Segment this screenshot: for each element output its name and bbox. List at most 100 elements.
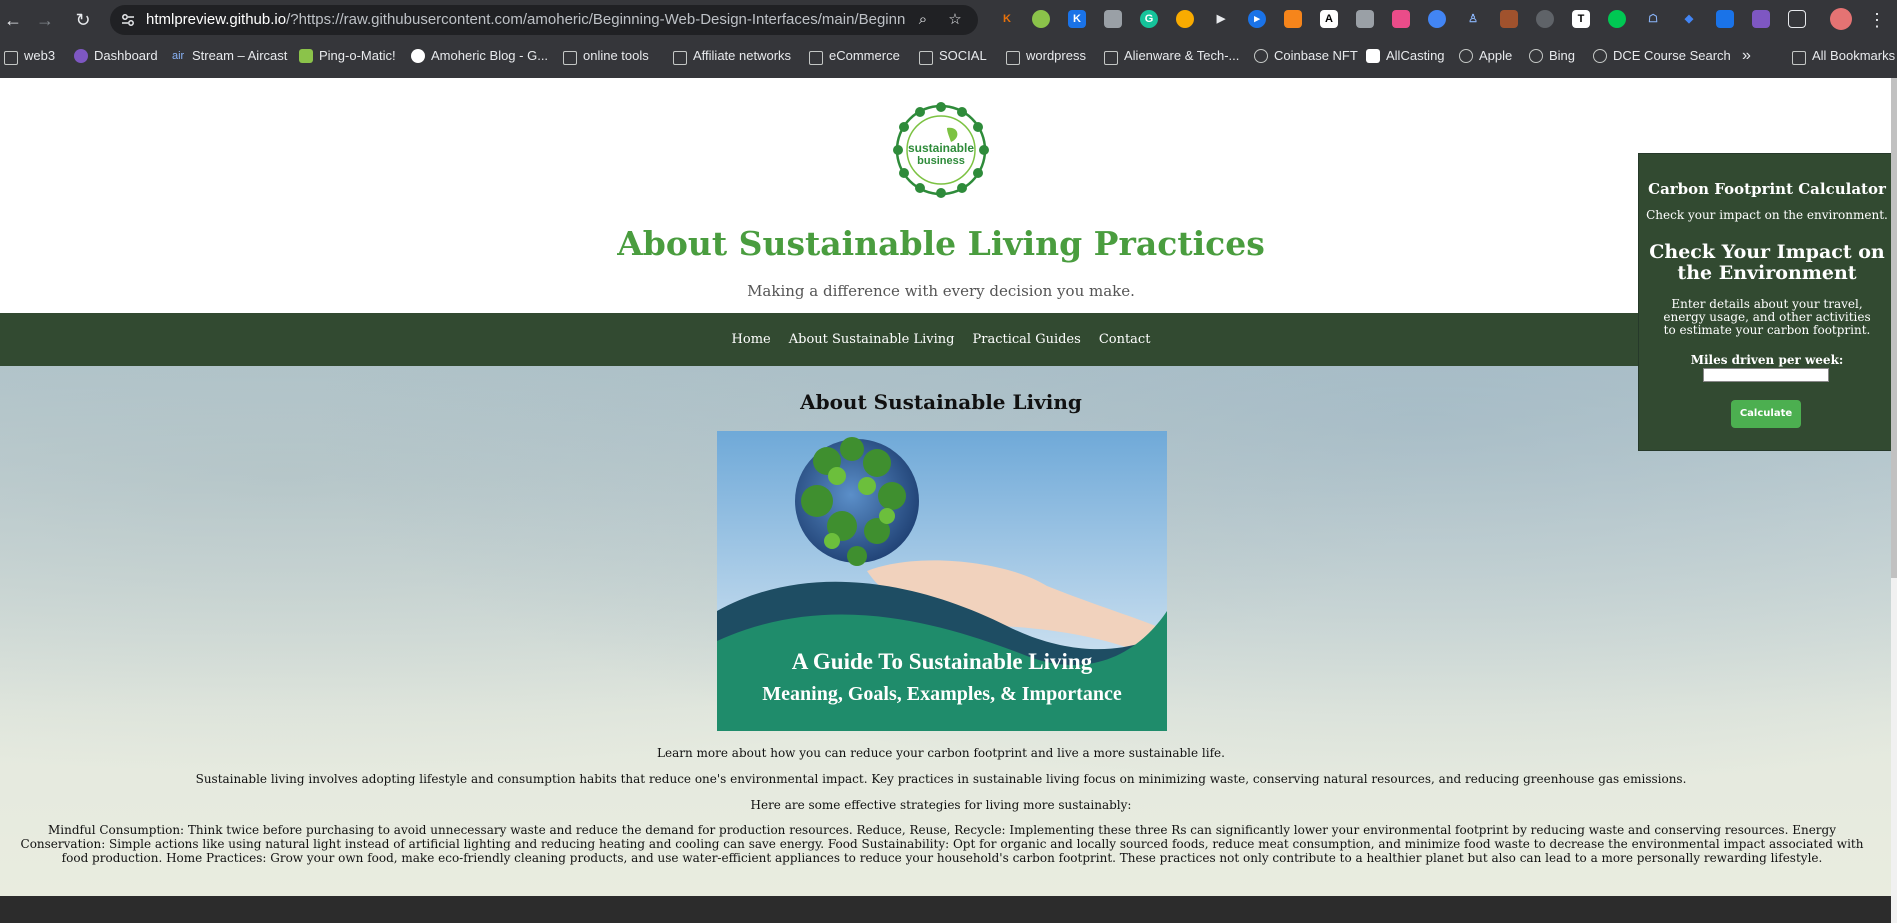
definition-paragraph: Sustainable living involves adopting lif… xyxy=(195,772,1687,786)
main-content: About Sustainable Living A Guide To Sust… xyxy=(0,366,1897,896)
bookmark-wordpress[interactable]: wordpress xyxy=(1006,44,1086,68)
nav-contact-link[interactable]: Contact xyxy=(1099,332,1151,347)
hero-caption-title: A Guide To Sustainable Living xyxy=(791,649,1093,674)
sustainable-business-logo: sustainable business xyxy=(893,102,989,198)
bookmark-allcasting[interactable]: AllCasting xyxy=(1366,44,1445,68)
extension-grid-icon[interactable] xyxy=(1536,10,1554,28)
extension-k-icon[interactable]: K xyxy=(998,10,1016,28)
bookmark-label: Bing xyxy=(1549,48,1576,63)
extension-image-icon[interactable] xyxy=(1356,10,1374,28)
bookmark-label: Affiliate networks xyxy=(693,48,792,63)
bookmark-ecommerce[interactable]: eCommerce xyxy=(809,44,900,68)
nav-guides-link[interactable]: Practical Guides xyxy=(973,332,1081,347)
grammarly-icon[interactable]: G xyxy=(1140,10,1158,28)
bookmark-affiliate-networks[interactable]: Affiliate networks xyxy=(673,44,791,68)
bookmark-label: All Bookmarks xyxy=(1812,48,1896,63)
bookmark-label: eCommerce xyxy=(829,48,900,63)
extension-photo-icon[interactable] xyxy=(1500,10,1518,28)
bookmark-ping-o-matic[interactable]: Ping-o-Matic! xyxy=(299,44,396,68)
browser-chrome: ← → ↻ htmlpreview.github.io/?https://raw… xyxy=(0,0,1897,78)
more-bookmarks-button[interactable]: » xyxy=(1742,44,1751,68)
extension-play-icon[interactable]: ▸ xyxy=(1248,10,1266,28)
aircast-icon: air xyxy=(172,50,185,62)
folder-icon xyxy=(809,51,823,65)
bookmark-star-icon[interactable]: ☆ xyxy=(946,11,964,29)
globe-icon xyxy=(1459,49,1473,63)
menu-icon[interactable]: ⋮ xyxy=(1866,9,1888,31)
folder-icon xyxy=(4,51,18,65)
bookmark-dashboard[interactable]: Dashboard xyxy=(74,44,158,68)
calculate-button[interactable]: Calculate xyxy=(1731,400,1801,428)
bookmark-coinbase-nft[interactable]: Coinbase NFT xyxy=(1254,44,1358,68)
bookmark-social[interactable]: SOCIAL xyxy=(919,44,987,68)
bookmark-label: Coinbase NFT xyxy=(1274,48,1358,63)
extension-cursor-icon[interactable]: ▶ xyxy=(1212,10,1230,28)
page-scrollbar[interactable] xyxy=(1891,78,1897,923)
bookmark-label: DCE Course Search xyxy=(1613,48,1731,63)
bookmark-all-bookmarks[interactable]: All Bookmarks xyxy=(1792,44,1895,68)
extension-robot-icon[interactable]: ☖ xyxy=(1644,10,1662,28)
back-icon[interactable]: ← xyxy=(2,9,24,31)
bookmarks-bar: web3 Dashboard air Stream – Aircast Ping-… xyxy=(0,44,1897,68)
bookmark-label: Dashboard xyxy=(94,48,158,63)
bookmark-stream-aircast[interactable]: air Stream – Aircast xyxy=(172,44,287,68)
calculator-subtitle: Check your impact on the environment. xyxy=(1646,208,1888,222)
dashboard-icon xyxy=(74,49,88,63)
forward-icon[interactable]: → xyxy=(34,9,56,31)
bookmark-label: web3 xyxy=(24,48,56,63)
bookmark-label: online tools xyxy=(583,48,649,63)
bookmark-label: SOCIAL xyxy=(939,48,987,63)
profile-avatar[interactable] xyxy=(1830,8,1852,30)
calculator-description: Enter details about your travel, energy … xyxy=(1663,297,1871,337)
tagline: Making a difference with every decision … xyxy=(747,282,1135,300)
reload-icon[interactable]: ↻ xyxy=(72,9,94,31)
logo-text-sustainable: sustainable xyxy=(908,141,974,155)
miles-driven-input[interactable] xyxy=(1703,368,1829,382)
folder-icon xyxy=(673,51,687,65)
bookmark-dce-course-search[interactable]: DCE Course Search xyxy=(1593,44,1731,68)
folder-icon xyxy=(563,51,577,65)
bookmark-bing[interactable]: Bing xyxy=(1529,44,1575,68)
bookmark-label: Ping-o-Matic! xyxy=(319,48,396,63)
extension-screen-icon[interactable] xyxy=(1716,10,1734,28)
strategies-paragraph: Mindful Consumption: Think twice before … xyxy=(20,823,1864,865)
url-text[interactable]: htmlpreview.github.io/?https://raw.githu… xyxy=(146,5,906,35)
address-bar[interactable]: htmlpreview.github.io/?https://raw.githu… xyxy=(110,5,978,35)
bookmark-label: Apple xyxy=(1479,48,1513,63)
extension-heart-icon[interactable] xyxy=(1176,10,1194,28)
globe-icon xyxy=(1254,49,1268,63)
bookmark-alienware[interactable]: Alienware & Tech-... xyxy=(1104,44,1239,68)
globe-icon xyxy=(1593,49,1607,63)
search-icon[interactable]: ⌕ xyxy=(914,11,932,29)
web-page: sustainable business About Sustainable L… xyxy=(0,78,1897,923)
extension-pattern-icon[interactable] xyxy=(1752,10,1770,28)
extension-c-icon[interactable] xyxy=(1608,10,1626,28)
site-settings-icon[interactable] xyxy=(120,12,136,28)
extension-person-icon[interactable]: ♙ xyxy=(1464,10,1482,28)
site-footer xyxy=(0,896,1897,923)
extensions-puzzle-icon[interactable] xyxy=(1788,10,1806,28)
section-title: About Sustainable Living xyxy=(800,390,1082,414)
folder-icon xyxy=(1104,51,1118,65)
logo-text-business: business xyxy=(917,155,965,167)
nav-about-link[interactable]: About Sustainable Living xyxy=(789,332,955,347)
extension-cube-icon[interactable] xyxy=(1104,10,1122,28)
extension-camera-icon[interactable] xyxy=(1392,10,1410,28)
extension-green-icon[interactable] xyxy=(1032,10,1050,28)
extension-globe-icon[interactable] xyxy=(1428,10,1446,28)
metamask-icon[interactable] xyxy=(1284,10,1302,28)
bookmark-online-tools[interactable]: online tools xyxy=(563,44,649,68)
extension-t-icon[interactable]: T xyxy=(1572,10,1590,28)
url-host: htmlpreview.github.io xyxy=(146,11,287,28)
scrollbar-thumb[interactable] xyxy=(1891,78,1897,578)
nav-home-link[interactable]: Home xyxy=(732,332,771,347)
bookmark-web3[interactable]: web3 xyxy=(4,44,55,68)
miles-driven-label: Miles driven per week: xyxy=(1690,353,1844,367)
bookmark-amoheric-blog[interactable]: Amoheric Blog - G... xyxy=(411,44,548,68)
bookmark-label: AllCasting xyxy=(1386,48,1445,63)
bookmark-label: Alienware & Tech-... xyxy=(1124,48,1240,63)
extension-kbox-icon[interactable]: K xyxy=(1068,10,1086,28)
extension-pin-icon[interactable]: ◆ xyxy=(1680,10,1698,28)
bookmark-apple[interactable]: Apple xyxy=(1459,44,1512,68)
extension-figure-icon[interactable]: A xyxy=(1320,10,1338,28)
